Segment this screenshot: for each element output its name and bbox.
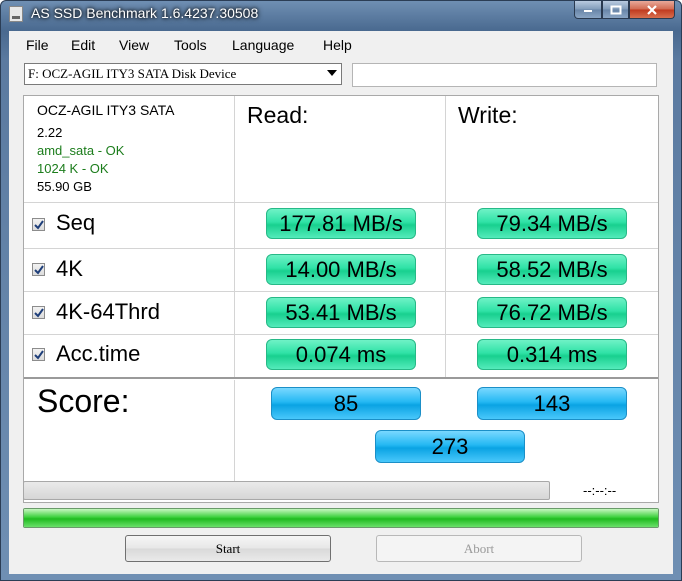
- text-field[interactable]: [352, 63, 657, 87]
- acctime-write-value: 0.314 ms: [477, 339, 627, 370]
- alignment-status: 1024 K - OK: [37, 161, 109, 176]
- app-window: AS SSD Benchmark 1.6.4237.30508 File Edi…: [0, 0, 682, 581]
- menu-language[interactable]: Language: [232, 37, 294, 53]
- chevron-down-icon: [327, 70, 337, 76]
- abort-button[interactable]: Abort: [376, 535, 582, 562]
- checkmark-icon: [34, 308, 44, 318]
- menu-bar: File Edit View Tools Language Help: [9, 31, 673, 57]
- drive-select-value: F: OCZ-AGIL ITY3 SATA Disk Device: [28, 66, 237, 81]
- firmware-version: 2.22: [37, 125, 63, 140]
- 4k64-read-value: 53.41 MB/s: [266, 297, 416, 328]
- menu-file[interactable]: File: [26, 37, 49, 53]
- 4k64-label: 4K-64Thrd: [56, 299, 160, 324]
- drive-size: 55.90 GB: [37, 179, 92, 194]
- window-title: AS SSD Benchmark 1.6.4237.30508: [31, 5, 259, 21]
- score-write-value: 143: [477, 387, 627, 420]
- read-header: Read:: [247, 102, 309, 128]
- close-icon: [647, 4, 657, 15]
- elapsed-time: --:--:--: [583, 483, 617, 498]
- 4k64-write-value: 76.72 MB/s: [477, 297, 627, 328]
- checkmark-icon: [34, 265, 44, 275]
- close-button[interactable]: [629, 1, 675, 19]
- minimize-icon: [584, 9, 592, 12]
- client-area: File Edit View Tools Language Help F: OC…: [9, 31, 673, 574]
- seq-checkbox[interactable]: [32, 218, 45, 231]
- maximize-button[interactable]: [602, 1, 629, 19]
- seq-label: Seq: [56, 210, 96, 235]
- maximize-icon: [610, 5, 621, 14]
- score-label: Score:: [37, 383, 130, 419]
- seq-read-value: 177.81 MB/s: [266, 208, 416, 239]
- results-panel: OCZ-AGIL ITY3 SATA 2.22 amd_sata - OK 10…: [23, 95, 659, 503]
- title-bar[interactable]: AS SSD Benchmark 1.6.4237.30508: [1, 1, 681, 29]
- 4k64-checkbox[interactable]: [32, 306, 45, 319]
- drive-select[interactable]: F: OCZ-AGIL ITY3 SATA Disk Device: [24, 63, 342, 85]
- checkmark-icon: [34, 220, 44, 230]
- acctime-label: Acc.time: [56, 341, 141, 366]
- menu-view[interactable]: View: [119, 37, 149, 53]
- score-read-value: 85: [271, 387, 421, 420]
- disk-icon: [9, 6, 23, 22]
- progress-bar-bottom: [23, 508, 659, 528]
- acctime-checkbox[interactable]: [32, 348, 45, 361]
- minimize-button[interactable]: [574, 1, 602, 19]
- checkmark-icon: [34, 350, 44, 360]
- menu-help[interactable]: Help: [323, 37, 352, 53]
- 4k-label: 4K: [56, 256, 83, 281]
- 4k-write-value: 58.52 MB/s: [477, 254, 627, 285]
- acctime-read-value: 0.074 ms: [266, 339, 416, 370]
- progress-fill: [24, 509, 658, 527]
- progress-bar-top: [23, 481, 550, 500]
- 4k-read-value: 14.00 MB/s: [266, 254, 416, 285]
- write-header: Write:: [458, 102, 518, 128]
- start-button[interactable]: Start: [125, 535, 331, 562]
- menu-tools[interactable]: Tools: [174, 37, 207, 53]
- driver-status: amd_sata - OK: [37, 143, 125, 158]
- score-total-value: 273: [375, 430, 525, 463]
- seq-write-value: 79.34 MB/s: [477, 208, 627, 239]
- menu-edit[interactable]: Edit: [71, 37, 95, 53]
- drive-model: OCZ-AGIL ITY3 SATA: [37, 102, 175, 118]
- 4k-checkbox[interactable]: [32, 263, 45, 276]
